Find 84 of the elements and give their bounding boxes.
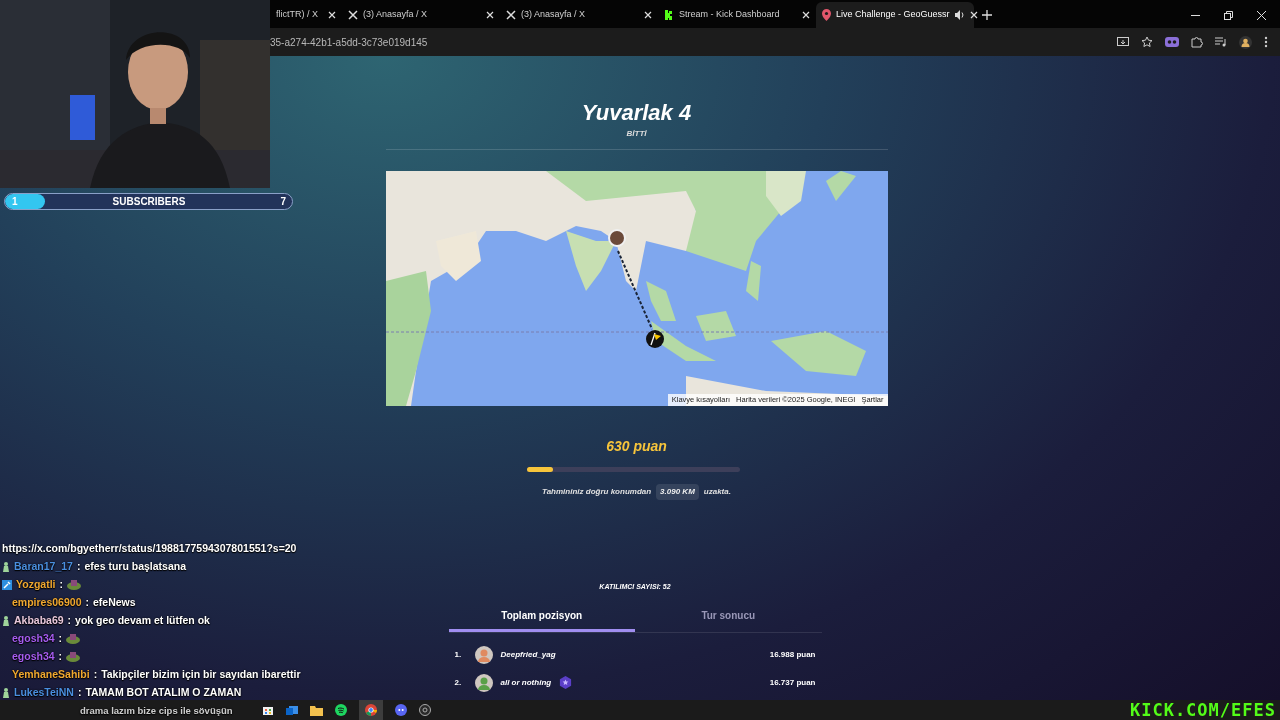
- player-name: Deepfried_yag: [500, 648, 556, 661]
- browser-tab[interactable]: Stream - Kick Dashboard: [658, 2, 816, 28]
- puzzle-icon[interactable]: [1191, 36, 1203, 48]
- chat-separator: :: [58, 631, 63, 647]
- new-tab-icon[interactable]: [982, 10, 992, 20]
- install-icon[interactable]: [1117, 36, 1129, 48]
- chat-separator: :: [76, 559, 81, 575]
- chat-link[interactable]: https://x.com/bgyetherr/status/1988177594307801551?s=20: [2, 541, 297, 557]
- chat-message: efes turu başlatsana: [84, 559, 186, 575]
- distance-value: 3.090 KM: [656, 484, 699, 500]
- goal-label: SUBSCRIBERS: [111, 195, 187, 209]
- goal-target: 7: [280, 195, 287, 209]
- avatar-icon: [474, 673, 493, 692]
- media-icon[interactable]: [1215, 37, 1227, 47]
- chat-message: yok geo devam et lütfen ok: [75, 613, 210, 629]
- x-logo-icon: [348, 10, 358, 20]
- chat-username[interactable]: YemhaneSahibi: [12, 667, 90, 683]
- close-icon[interactable]: [969, 11, 978, 19]
- distance-suffix: uzakta.: [703, 486, 731, 498]
- overlay-logo: KICK.COM/EFES: [1129, 701, 1276, 719]
- store-icon[interactable]: [262, 704, 274, 716]
- x-logo-icon: [506, 10, 516, 20]
- emote-icon: [66, 651, 81, 663]
- address-text: 35-a274-42b1-a5dd-3c73e019d145: [270, 35, 428, 50]
- figure-badge-icon: [2, 616, 10, 626]
- avatar-icon: [474, 645, 493, 664]
- chat-username[interactable]: Yozgatli: [16, 577, 56, 593]
- distance-text: Tahmininiz doğru konumdan: [542, 486, 652, 498]
- browser-tab[interactable]: (3) Anasayfa / X: [342, 2, 500, 28]
- emote-icon: [67, 579, 81, 591]
- extension-icon[interactable]: [1165, 36, 1179, 48]
- chat-username[interactable]: Akbaba69: [14, 613, 64, 629]
- player-name: all or nothing: [500, 676, 552, 689]
- close-icon[interactable]: [1257, 11, 1266, 20]
- browser-tab[interactable]: flictTR) / X: [270, 2, 342, 28]
- leaderboard-tab[interactable]: Tur sonucu: [635, 607, 822, 632]
- leaderboard-tab[interactable]: Toplam pozisyon: [448, 607, 635, 632]
- avatar-marker-icon: [607, 229, 626, 247]
- player-score: 16.737 puan: [769, 676, 816, 689]
- chat-username[interactable]: egosh34: [12, 631, 55, 647]
- close-icon[interactable]: [802, 11, 810, 19]
- round-status: BİTTİ: [626, 128, 647, 140]
- chat-username[interactable]: egosh34: [12, 649, 55, 665]
- pin-icon: [822, 9, 831, 21]
- chat-message: Takipçiler bizim için bir sayıdan ibarettir: [101, 667, 301, 683]
- folder-icon[interactable]: [310, 704, 323, 716]
- menu-icon[interactable]: [1264, 36, 1268, 48]
- score-text: 630 puan: [606, 437, 667, 456]
- chat-separator: :: [67, 613, 72, 629]
- chat-username[interactable]: Baran17_17: [14, 559, 73, 575]
- close-icon[interactable]: [486, 11, 494, 19]
- chat-separator: :: [85, 595, 89, 611]
- browser-tab[interactable]: (3) Anasayfa / X: [500, 2, 658, 28]
- figure-badge-icon: [2, 562, 10, 572]
- flag-marker-icon: [645, 330, 664, 348]
- close-icon[interactable]: [328, 11, 336, 19]
- recorder-icon[interactable]: [419, 704, 431, 716]
- chat-app-icon[interactable]: [395, 704, 407, 716]
- round-title: Yuvarlak 4: [581, 100, 692, 126]
- rank-text: 1.: [454, 648, 463, 661]
- k-logo-icon: [664, 10, 674, 20]
- mail-icon[interactable]: [286, 704, 298, 716]
- chat-message: efeNews: [93, 595, 136, 611]
- star-icon[interactable]: [1141, 36, 1153, 48]
- music-app-icon[interactable]: [335, 704, 347, 716]
- chat-separator: :: [58, 649, 63, 665]
- profile-icon[interactable]: [1239, 35, 1252, 49]
- wrench-badge-icon: [2, 580, 12, 590]
- chat-message: TAMAM BOT ATALIM O ZAMAN: [85, 685, 242, 701]
- chat-separator: :: [93, 667, 98, 683]
- chat-username[interactable]: LukesTeiNN: [14, 685, 74, 701]
- emote-icon: [66, 633, 81, 645]
- chat-username[interactable]: empires06900: [12, 595, 82, 611]
- figure-badge-icon: [2, 688, 10, 698]
- chat-separator: :: [77, 685, 82, 701]
- player-score: 16.988 puan: [769, 648, 816, 661]
- rank-text: 2.: [454, 676, 463, 689]
- close-icon[interactable]: [644, 11, 652, 19]
- chat-separator: :: [59, 577, 63, 593]
- browser-taskbar-button[interactable]: [359, 700, 383, 720]
- restore-icon[interactable]: [1224, 11, 1233, 20]
- goal-current: 1: [11, 195, 18, 209]
- browser-icon: [365, 704, 377, 716]
- chat-message: drama lazım bize cips ile sövüşün: [80, 703, 233, 718]
